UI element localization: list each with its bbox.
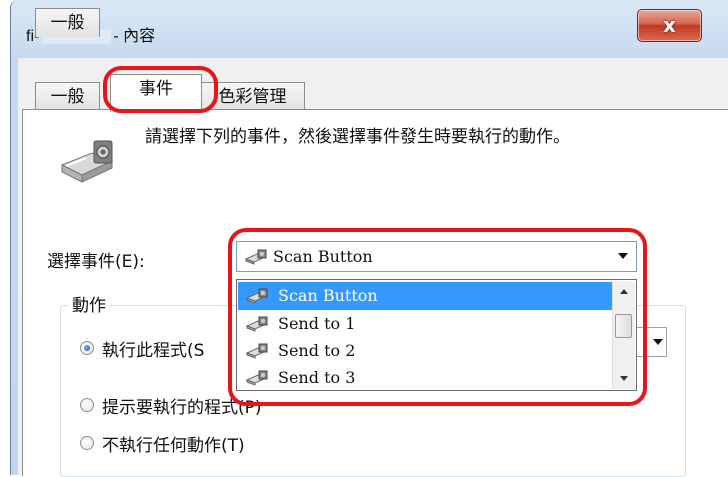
list-scrollbar[interactable] [612,281,635,389]
tab-general-face[interactable]: 一般 [35,82,100,111]
events-description: 請選擇下列的事件，然後選擇事件發生時要執行的動作。 [145,127,570,147]
scroll-thumb[interactable] [615,314,632,338]
chevron-down-icon[interactable] [618,253,628,259]
select-event-label: 選擇事件(E): [47,252,145,272]
close-button[interactable]: x [637,9,702,42]
scanner-mini-icon [246,370,268,386]
radio-no-action[interactable] [80,436,94,450]
tab-color-management[interactable]: 色彩管理 [200,82,305,111]
scanner-mini-icon [246,343,268,359]
title-suffix: - 內容 [113,28,156,45]
radio-run-program-label[interactable]: 執行此程式(S [102,336,204,361]
scroll-down-icon[interactable] [613,369,635,389]
tab-general-label: 一般 [50,13,85,33]
tab-events-label: 事件 [139,79,173,99]
scanner-mini-icon [245,249,267,265]
event-combobox-value: Scan Button [273,247,373,266]
list-item-scan-button[interactable]: Scan Button [238,282,612,310]
radio-prompt-program[interactable] [80,398,94,412]
event-combobox[interactable]: Scan Button [236,241,637,272]
scanner-mini-icon [246,316,268,332]
scanner-icon [60,140,114,183]
tab-events[interactable]: 事件 [110,74,202,112]
list-item-label: Scan Button [278,286,378,305]
close-icon: x [663,13,676,37]
radio-prompt-program-label[interactable]: 提示要執行的程式(P) [102,393,262,418]
list-item-label: Send to 2 [278,341,356,360]
list-item-send-to-3[interactable]: Send to 3 [238,364,612,392]
radio-run-program[interactable] [80,341,94,355]
list-item-send-to-1[interactable]: Send to 1 [238,310,612,338]
tab-general[interactable]: 一般 [35,8,100,37]
tab-color-management-label: 色彩管理 [218,87,287,107]
event-dropdown-list: Scan Button Send to 1 Send to 2 Send to … [236,279,637,391]
list-item-label: Send to 3 [278,368,356,387]
list-item-label: Send to 1 [278,314,356,333]
radio-no-action-label[interactable]: 不執行任何動作(T) [102,431,245,456]
actions-legend: 動作 [68,291,110,316]
scroll-up-icon[interactable] [613,281,635,301]
scanner-mini-icon [246,288,268,304]
list-item-send-to-2[interactable]: Send to 2 [238,337,612,365]
properties-window: fi- - 內容 x 一般 事件 色彩管理 一般 請選擇下列的事件，然後選擇事件發… [0,0,728,477]
